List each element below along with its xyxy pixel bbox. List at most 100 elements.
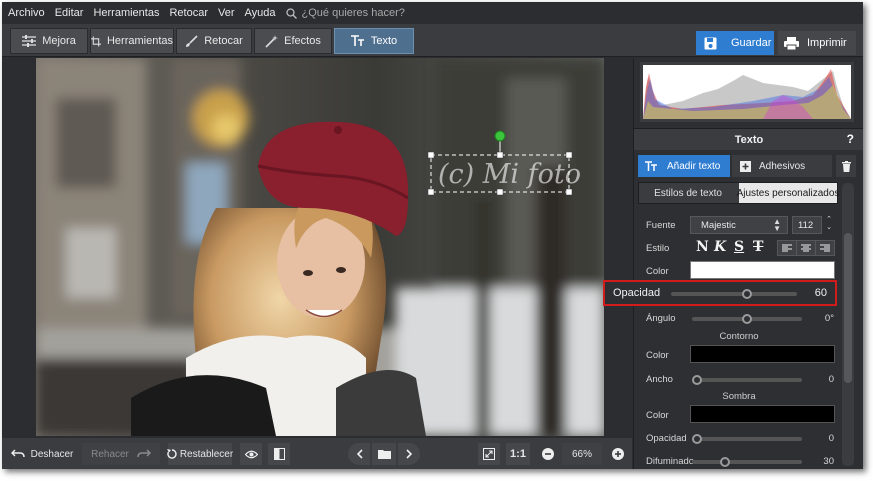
angle-slider[interactable] (692, 314, 802, 324)
slider-knob[interactable] (720, 457, 730, 467)
folder-icon (377, 450, 391, 459)
redo-label: Rehacer (91, 448, 129, 460)
menu-ver[interactable]: Ver (218, 7, 235, 19)
chevron-right-icon (405, 449, 412, 459)
search-icon (285, 7, 297, 19)
delete-text-button[interactable] (836, 155, 856, 177)
align-right-button[interactable] (816, 241, 834, 255)
shadow-blur-label: Difuminado (646, 456, 695, 467)
tab-mejora[interactable]: Mejora (10, 28, 88, 54)
search-placeholder: ¿Qué quieres hacer? (301, 7, 405, 19)
scrollbar-thumb[interactable] (844, 233, 852, 383)
print-label: Imprimir (807, 37, 847, 49)
bold-button[interactable]: N (696, 239, 709, 255)
text-icon (350, 35, 364, 46)
align-center-button[interactable] (797, 241, 816, 255)
floppy-disk-icon (704, 37, 717, 49)
outline-color-swatch[interactable] (690, 345, 835, 363)
tab-herramientas[interactable]: Herramientas (90, 28, 174, 54)
printer-icon (784, 36, 799, 50)
shadow-blur-value: 30 (823, 456, 834, 467)
undo-icon (10, 449, 25, 458)
rotate-handle[interactable] (494, 130, 506, 142)
watermark-text[interactable]: (c) Mi foto (438, 159, 581, 190)
compare-button[interactable] (268, 443, 290, 465)
search-field[interactable]: ¿Qué quieres hacer? (285, 7, 405, 19)
outline-color-label: Color (646, 350, 669, 361)
font-size-stepper[interactable]: ⌃ ⌄ (824, 216, 834, 234)
opacity-slider[interactable] (671, 289, 797, 299)
brush-icon (186, 34, 198, 47)
menu-herramientas[interactable]: Herramientas (93, 7, 159, 19)
previous-photo-button[interactable] (348, 443, 370, 465)
fit-to-screen-button[interactable] (478, 443, 500, 465)
panel-scrollbar[interactable] (842, 183, 854, 466)
outline-width-slider[interactable] (692, 375, 802, 385)
help-button[interactable]: ? (847, 132, 854, 146)
undo-button[interactable]: Deshacer (8, 443, 76, 465)
save-label: Guardar (731, 37, 772, 49)
tab-retocar[interactable]: Retocar (176, 28, 252, 54)
histogram-graph (643, 69, 851, 119)
select-arrows-icon: ▲ ▼ (773, 217, 781, 233)
text-color-swatch[interactable] (690, 261, 835, 279)
subtab-bar: Estilos de texto Ajustes personalizados (638, 182, 839, 204)
zoom-in-button[interactable] (608, 443, 628, 465)
compare-icon (273, 448, 285, 460)
tab-efectos[interactable]: Efectos (254, 28, 332, 54)
underline-button[interactable]: S (734, 239, 744, 255)
italic-button[interactable]: K (714, 239, 726, 255)
fit-screen-icon (483, 448, 495, 460)
zoom-level[interactable]: 66% (562, 443, 602, 465)
shadow-color-label: Color (646, 410, 669, 421)
font-size-value: 112 (798, 219, 814, 231)
add-text-label: Añadir texto (667, 160, 721, 172)
shadow-opacity-slider[interactable] (692, 434, 802, 444)
tab-custom-settings[interactable]: Ajustes personalizados (737, 183, 839, 203)
magic-wand-icon (265, 34, 279, 48)
menu-editar[interactable]: Editar (55, 7, 84, 19)
slider-knob[interactable] (741, 289, 752, 299)
slider-knob[interactable] (742, 314, 752, 324)
font-size-input[interactable]: 112 (792, 216, 822, 234)
shadow-opacity-label: Opacidad (646, 433, 687, 444)
open-folder-button[interactable] (372, 443, 396, 465)
stickers-label: Adhesivos (759, 160, 806, 172)
actual-size-button[interactable]: 1:1 (506, 443, 530, 465)
menu-retocar[interactable]: Retocar (169, 7, 208, 19)
shadow-color-swatch[interactable] (690, 405, 835, 423)
app-window: Archivo Editar Herramientas Retocar Ver … (2, 2, 863, 469)
save-button[interactable]: Guardar (696, 31, 774, 55)
preview-button[interactable] (240, 443, 262, 465)
resize-handle[interactable] (565, 151, 573, 159)
add-text-button[interactable]: Añadir texto (638, 155, 730, 177)
resize-handle[interactable] (427, 188, 435, 196)
resize-handle[interactable] (496, 151, 504, 159)
align-right-icon (820, 244, 830, 252)
menu-ayuda[interactable]: Ayuda (245, 7, 276, 19)
redo-button[interactable]: Rehacer (82, 443, 160, 465)
align-left-button[interactable] (778, 241, 797, 255)
zoom-out-button[interactable] (538, 443, 558, 465)
slider-knob[interactable] (692, 434, 702, 444)
photo-preview[interactable]: (c) Mi foto (36, 58, 604, 436)
tab-text-styles[interactable]: Estilos de texto (639, 183, 737, 203)
next-photo-button[interactable] (398, 443, 420, 465)
histogram (640, 62, 854, 122)
strikethrough-button[interactable]: T (753, 239, 763, 255)
font-select[interactable]: Majestic ▲ ▼ (690, 216, 788, 234)
font-value: Majestic (701, 219, 736, 231)
font-label: Fuente (646, 220, 676, 231)
tab-texto[interactable]: Texto (334, 28, 414, 54)
print-button[interactable]: Imprimir (778, 31, 856, 55)
eye-icon (244, 450, 258, 458)
resize-handle[interactable] (427, 151, 435, 159)
shadow-blur-slider[interactable] (692, 457, 802, 467)
undo-label: Deshacer (30, 448, 74, 460)
menu-archivo[interactable]: Archivo (8, 7, 45, 19)
editor-canvas: (c) Mi foto (2, 58, 632, 438)
outline-width-label: Ancho (646, 374, 673, 385)
slider-knob[interactable] (692, 375, 702, 385)
reset-button[interactable]: Restablecer (166, 443, 233, 465)
stickers-button[interactable]: Adhesivos (732, 155, 832, 177)
